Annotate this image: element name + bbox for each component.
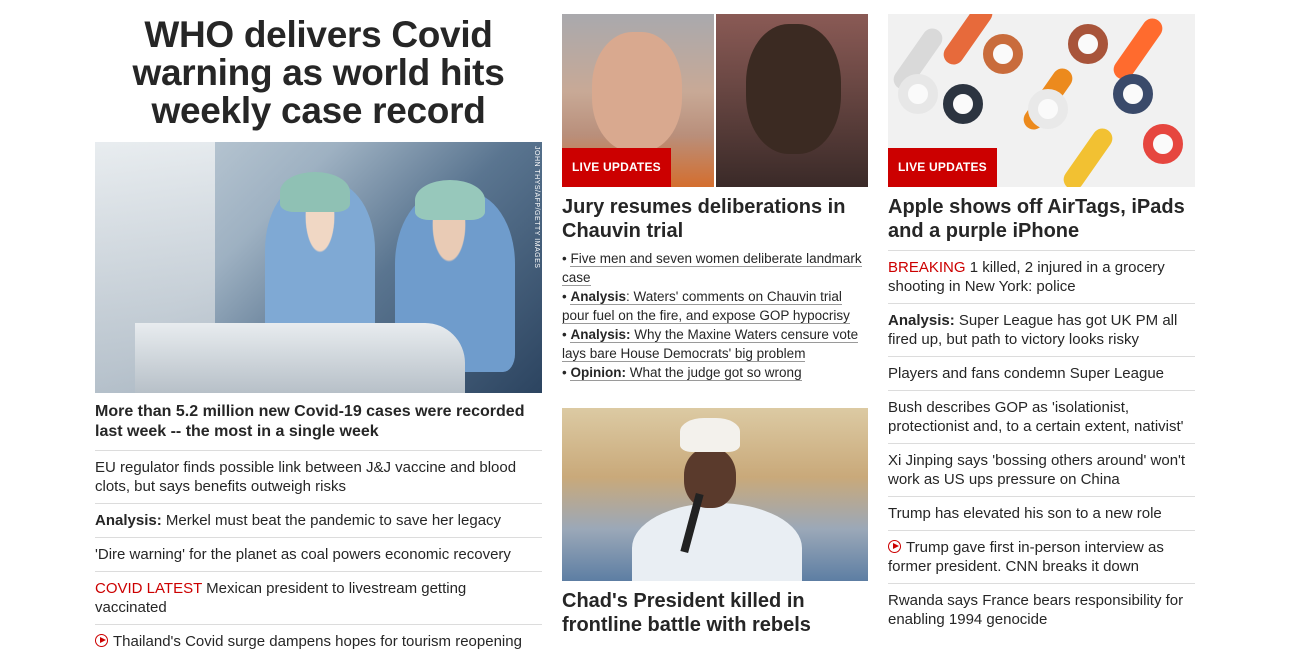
chauvin-headline[interactable]: Jury resumes deliberations in Chauvin tr… bbox=[562, 187, 868, 249]
item-text: Xi Jinping says 'bossing others around' … bbox=[888, 452, 1186, 488]
list-item[interactable]: EU regulator finds possible link between… bbox=[95, 450, 542, 503]
play-video-icon bbox=[888, 540, 901, 553]
airtag bbox=[898, 74, 938, 114]
list-item[interactable]: Players and fans condemn Super League bbox=[888, 356, 1195, 390]
hospital-bed bbox=[135, 323, 465, 393]
list-item[interactable]: Thailand's Covid surge dampens hopes for… bbox=[95, 624, 542, 658]
airtag bbox=[1113, 74, 1153, 114]
chad-headline[interactable]: Chad's President killed in frontline bat… bbox=[562, 581, 868, 643]
covid-column: WHO delivers Covid warning as world hits… bbox=[95, 14, 542, 658]
middle-column: LIVE UPDATES Jury resumes deliberations … bbox=[562, 14, 868, 643]
list-item[interactable]: COVID LATEST Mexican president to livest… bbox=[95, 571, 542, 624]
breaking-tag: BREAKING bbox=[888, 259, 966, 276]
airtag bbox=[1143, 124, 1183, 164]
bullet-item[interactable]: • Five men and seven women deliberate la… bbox=[562, 249, 868, 287]
right-column: LIVE UPDATES Apple shows off AirTags, iP… bbox=[888, 14, 1195, 636]
airtag bbox=[943, 84, 983, 124]
airtag bbox=[1068, 24, 1108, 64]
bullet-label: Analysis: bbox=[570, 327, 631, 342]
main-headline[interactable]: WHO delivers Covid warning as world hits… bbox=[95, 14, 542, 142]
chad-president-image[interactable] bbox=[562, 408, 868, 581]
list-item[interactable]: Trump has elevated his son to a new role bbox=[888, 496, 1195, 530]
list-item[interactable]: Analysis: Merkel must beat the pandemic … bbox=[95, 503, 542, 537]
face bbox=[684, 448, 736, 508]
bullet-label: Opinion: bbox=[570, 365, 626, 380]
item-text: 'Dire warning' for the planet as coal po… bbox=[95, 546, 511, 563]
medic-cap bbox=[415, 180, 485, 220]
live-updates-badge: LIVE UPDATES bbox=[562, 148, 671, 187]
bullet-text: What the judge got so wrong bbox=[625, 365, 802, 380]
item-text: Thailand's Covid surge dampens hopes for… bbox=[113, 633, 522, 650]
list-item[interactable]: Trump gave first in-person interview as … bbox=[888, 530, 1195, 583]
airtags-image[interactable]: LIVE UPDATES bbox=[888, 14, 1195, 187]
list-item[interactable]: Rwanda says France bears responsibility … bbox=[888, 583, 1195, 636]
robe bbox=[632, 503, 802, 581]
bullet-label: Analysis bbox=[570, 289, 627, 304]
strap bbox=[1059, 124, 1117, 187]
list-item[interactable]: 'Dire warning' for the planet as coal po… bbox=[95, 537, 542, 571]
strap bbox=[1109, 14, 1167, 84]
list-item[interactable]: BREAKING 1 killed, 2 injured in a grocer… bbox=[888, 250, 1195, 303]
airtag bbox=[983, 34, 1023, 74]
medic-cap bbox=[280, 172, 350, 212]
airtag bbox=[1028, 89, 1068, 129]
turban bbox=[680, 418, 740, 452]
list-item[interactable]: Xi Jinping says 'bossing others around' … bbox=[888, 443, 1195, 496]
bullet-item[interactable]: • Analysis: Waters' comments on Chauvin … bbox=[562, 287, 868, 325]
image-credit: JOHN THYS/AFP/GETTY IMAGES bbox=[533, 146, 540, 269]
item-text: Bush describes GOP as 'isolationist, pro… bbox=[888, 399, 1184, 435]
covid-hero-image[interactable]: JOHN THYS/AFP/GETTY IMAGES bbox=[95, 142, 542, 393]
apple-headline[interactable]: Apple shows off AirTags, iPads and a pur… bbox=[888, 187, 1195, 250]
bullet-item[interactable]: • Opinion: What the judge got so wrong bbox=[562, 363, 868, 382]
covid-latest-tag: COVID LATEST bbox=[95, 580, 202, 597]
item-prefix: Analysis: bbox=[95, 512, 162, 529]
item-text: EU regulator finds possible link between… bbox=[95, 459, 517, 495]
item-text: Players and fans condemn Super League bbox=[888, 365, 1165, 382]
item-text: Merkel must beat the pandemic to save he… bbox=[161, 512, 502, 529]
chauvin-image[interactable]: LIVE UPDATES bbox=[562, 14, 868, 187]
list-item[interactable]: Analysis: Super League has got UK PM all… bbox=[888, 303, 1195, 356]
bullet-text: Five men and seven women deliberate land… bbox=[562, 251, 862, 286]
play-video-icon bbox=[95, 634, 108, 647]
bullet-item[interactable]: • Analysis: Why the Maxine Waters censur… bbox=[562, 325, 868, 363]
live-updates-badge: LIVE UPDATES bbox=[888, 148, 997, 187]
item-text: Trump has elevated his son to a new role bbox=[888, 505, 1162, 522]
portrait-right bbox=[716, 14, 868, 187]
item-text: Rwanda says France bears responsibility … bbox=[888, 592, 1184, 628]
item-prefix: Analysis: bbox=[888, 312, 955, 329]
lead-story-link[interactable]: More than 5.2 million new Covid-19 cases… bbox=[95, 393, 542, 450]
list-item[interactable]: Bush describes GOP as 'isolationist, pro… bbox=[888, 390, 1195, 443]
item-text: Trump gave first in-person interview as … bbox=[888, 539, 1164, 575]
